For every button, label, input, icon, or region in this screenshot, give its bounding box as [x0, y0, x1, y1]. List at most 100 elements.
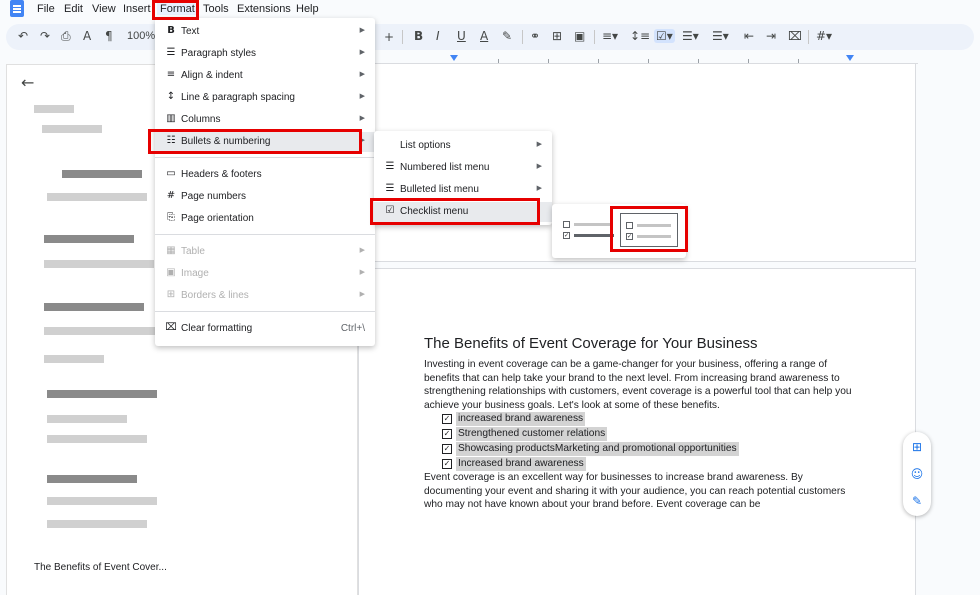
- left-indent-marker[interactable]: [450, 55, 458, 61]
- italic-icon[interactable]: I: [436, 29, 440, 43]
- menu-edit[interactable]: Edit: [64, 3, 83, 15]
- ruler: [358, 52, 918, 64]
- line-spacing-icon[interactable]: ↕≡: [630, 29, 650, 43]
- checkbox-checked-icon[interactable]: ✓: [442, 429, 452, 439]
- submenu-arrow-icon: ▶: [359, 70, 365, 78]
- emoji-reaction-icon[interactable]: ☺: [910, 467, 924, 481]
- increase-font-icon[interactable]: +: [384, 30, 394, 44]
- submenu-arrow-icon: ▶: [359, 246, 365, 254]
- outline-line: [47, 415, 127, 423]
- outline-line: [44, 355, 104, 363]
- bulleted-list-icon[interactable]: ☰▾: [682, 29, 699, 43]
- highlight-icon[interactable]: ✎: [502, 29, 512, 43]
- format-menu-page-numbers[interactable]: # Page numbers: [155, 187, 375, 207]
- image-icon[interactable]: ▣: [574, 29, 585, 43]
- outline-line: [42, 125, 102, 133]
- checklist-item-text: Showcasing productsMarketing and promoti…: [456, 442, 739, 456]
- shortcut-label: Ctrl+\: [340, 323, 365, 334]
- menu-insert[interactable]: Insert: [123, 3, 151, 15]
- submenu-list-options[interactable]: List options ▶: [374, 136, 552, 156]
- format-menu-image: ▣ Image ▶: [166, 267, 365, 279]
- annotation-bullets-numbering: [148, 129, 362, 154]
- checklist-item-text: Increased brand awareness: [456, 457, 586, 471]
- annotation-checklist-menu: [370, 198, 540, 225]
- submenu-bulleted-list[interactable]: ☰ Bulleted list menu ▶: [374, 180, 552, 200]
- comment-icon[interactable]: ⊞: [552, 29, 562, 43]
- spellcheck-icon[interactable]: A: [83, 29, 91, 43]
- numbered-list-icon[interactable]: ☰▾: [712, 29, 729, 43]
- back-arrow-icon[interactable]: ←: [21, 73, 34, 92]
- borders-icon: ⊞: [166, 289, 176, 300]
- outline-line: [47, 390, 157, 398]
- align-icon[interactable]: ≡▾: [602, 29, 618, 43]
- clear-formatting-icon: ⌧: [165, 322, 177, 333]
- format-menu-columns[interactable]: ▥ Columns ▶: [155, 110, 375, 130]
- annotation-checklist-style: [610, 206, 688, 252]
- checkbox-empty-icon: [563, 221, 570, 228]
- side-action-bar: ⊞ ☺ ✎: [903, 432, 931, 516]
- submenu-arrow-icon: ▶: [536, 184, 542, 192]
- outline-line: [47, 435, 147, 443]
- checklist-icon[interactable]: ☑▾: [654, 29, 675, 43]
- right-indent-marker[interactable]: [846, 55, 854, 61]
- outline-document-title[interactable]: The Benefits of Event Cover...: [34, 562, 167, 573]
- menu-file[interactable]: File: [37, 3, 55, 15]
- checklist-style-option-1[interactable]: ✓: [558, 213, 616, 247]
- bold-icon: B: [167, 25, 175, 36]
- format-menu-paragraph-styles[interactable]: ☰ Paragraph styles ▶: [155, 44, 375, 64]
- undo-icon[interactable]: ↶: [18, 29, 28, 43]
- redo-icon[interactable]: ↷: [40, 29, 50, 43]
- align-indent-icon: ≡: [166, 69, 176, 80]
- menu-tools[interactable]: Tools: [203, 3, 229, 15]
- link-icon[interactable]: ⚭: [530, 29, 540, 43]
- format-menu: B Text ▶ ☰ Paragraph styles ▶ ≡ Align & …: [155, 18, 375, 346]
- page-numbers-icon: #: [166, 190, 176, 201]
- print-icon[interactable]: ⎙: [61, 29, 71, 44]
- increase-indent-icon[interactable]: ⇥: [766, 29, 776, 43]
- checkbox-checked-icon[interactable]: ✓: [442, 459, 452, 469]
- add-comment-icon[interactable]: ⊞: [910, 440, 924, 454]
- checkbox-checked-icon[interactable]: ✓: [442, 444, 452, 454]
- bulleted-list-icon: ☰: [385, 183, 395, 194]
- decrease-indent-icon[interactable]: ⇤: [744, 29, 754, 43]
- line-spacing-icon: ↕: [166, 91, 176, 102]
- format-menu-page-orientation[interactable]: ⎘ Page orientation: [155, 209, 375, 229]
- format-menu-text[interactable]: B Text ▶: [155, 22, 375, 42]
- outline-line: [47, 193, 147, 201]
- headers-footers-icon: ▭: [166, 168, 176, 179]
- menu-bar: File Edit View Insert Format Tools Exten…: [0, 0, 980, 20]
- checkbox-checked-icon[interactable]: ✓: [442, 414, 452, 424]
- submenu-arrow-icon: ▶: [359, 114, 365, 122]
- outline-line: [44, 303, 144, 311]
- menu-view[interactable]: View: [92, 3, 116, 15]
- clear-formatting-icon[interactable]: ⌧: [788, 29, 802, 43]
- docs-logo-icon[interactable]: [10, 0, 24, 17]
- menu-extensions[interactable]: Extensions: [237, 3, 291, 15]
- bold-icon[interactable]: B: [414, 29, 423, 43]
- more-options-icon[interactable]: #▾: [816, 29, 832, 43]
- outline-line: [44, 235, 134, 243]
- menu-help[interactable]: Help: [296, 3, 319, 15]
- text-color-icon[interactable]: A: [480, 29, 488, 43]
- outline-line: [44, 327, 164, 335]
- underline-icon[interactable]: U: [457, 29, 466, 43]
- format-menu-line-spacing[interactable]: ↕ Line & paragraph spacing ▶: [155, 88, 375, 108]
- format-menu-clear-formatting[interactable]: ⌧ Clear formatting Ctrl+\: [155, 319, 375, 339]
- suggest-edits-icon[interactable]: ✎: [910, 494, 924, 508]
- submenu-arrow-icon: ▶: [536, 162, 542, 170]
- paint-format-icon[interactable]: ¶: [105, 29, 113, 43]
- image-icon: ▣: [166, 267, 176, 278]
- checklist-item-text: increased brand awareness: [456, 412, 586, 426]
- outline-line: [47, 497, 157, 505]
- annotation-format-menu: [152, 0, 199, 20]
- document-heading: The Benefits of Event Coverage for Your …: [424, 335, 758, 352]
- submenu-arrow-icon: ▶: [359, 92, 365, 100]
- format-menu-headers-footers[interactable]: ▭ Headers & footers: [155, 165, 375, 185]
- submenu-numbered-list[interactable]: ☰ Numbered list menu ▶: [374, 158, 552, 178]
- zoom-select[interactable]: 100%: [127, 30, 155, 42]
- paragraph-styles-icon: ☰: [166, 47, 176, 58]
- columns-icon: ▥: [166, 113, 176, 124]
- checkbox-checked-icon: ✓: [563, 232, 570, 239]
- format-menu-align-indent[interactable]: ≡ Align & indent ▶: [155, 66, 375, 86]
- outline-line: [44, 260, 154, 268]
